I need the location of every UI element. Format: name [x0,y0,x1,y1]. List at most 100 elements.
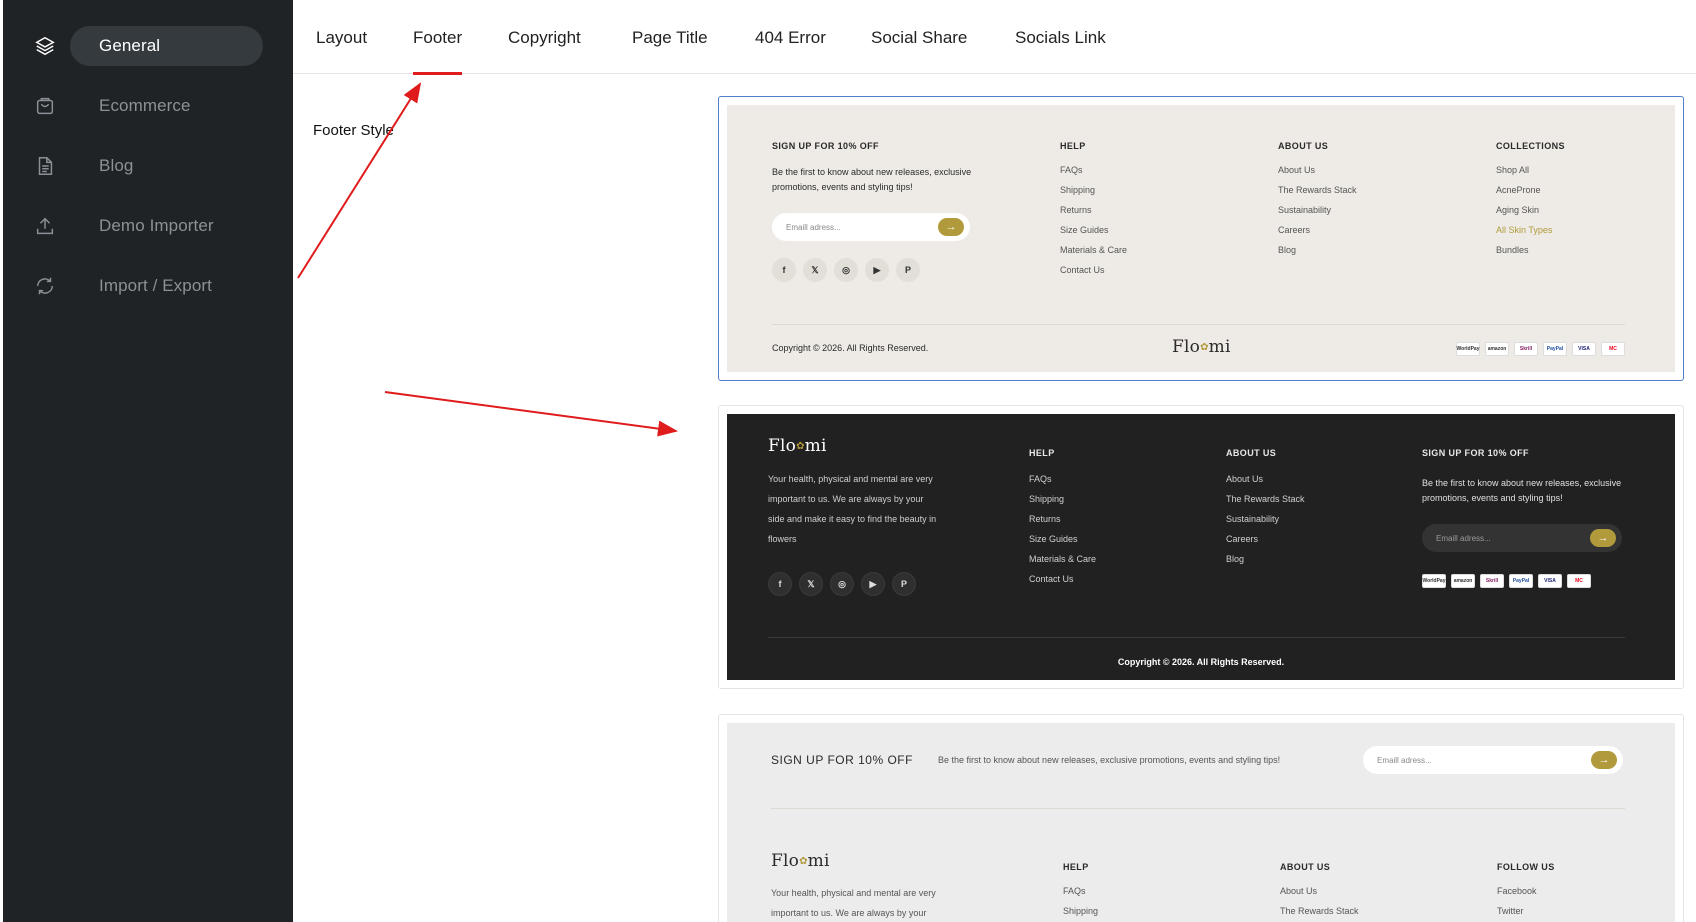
footer-style-label: Footer Style [313,122,394,139]
upload-icon [33,214,57,238]
logo-text: Flo [1172,337,1201,357]
about-text: Your health, physical and mental are ver… [768,474,937,544]
visa-icon: VISA [1538,574,1562,588]
instagram-icon[interactable]: ◎ [834,258,858,282]
footer-link[interactable]: The Rewards Stack [1280,901,1359,921]
signup-title: SIGN UP FOR 10% OFF [1422,448,1529,458]
submit-arrow-button[interactable]: → [1590,529,1616,547]
footer-link-highlighted[interactable]: All Skin Types [1496,220,1552,240]
footer-link[interactable]: Sustainability [1278,200,1357,220]
help-links: FAQs Shipping Returns Size Guides Materi… [1029,469,1096,589]
footer-link[interactable]: Materials & Care [1060,240,1127,260]
social-icons: f 𝕏 ◎ ▶ P [772,258,920,282]
footer-link[interactable]: Shipping [1029,489,1096,509]
tab-copyright[interactable]: Copyright [508,1,581,74]
tab-social-share[interactable]: Social Share [871,1,967,74]
sidebar-item-ecommerce[interactable]: Ecommerce [3,86,293,126]
facebook-icon[interactable]: f [768,572,792,596]
flower-icon: ✿ [796,441,805,452]
help-links: FAQs Shipping [1063,881,1098,921]
footer-link[interactable]: Returns [1029,509,1096,529]
sidebar-item-general[interactable]: General [3,26,293,66]
footer-link[interactable]: About Us [1280,881,1359,901]
settings-tabs: Layout Footer Copyright Page Title 404 E… [293,1,1696,75]
footer-link[interactable]: Careers [1278,220,1357,240]
copyright-text: Copyright © 2026. All Rights Reserved. [772,343,929,353]
footer-link[interactable]: Blog [1278,240,1357,260]
about-title: ABOUT US [1280,862,1331,872]
sidebar-item-demo-importer[interactable]: Demo Importer [3,206,293,246]
skrill-icon: Skrill [1480,574,1504,588]
signup-title: SIGN UP FOR 10% OFF [771,753,913,767]
footer-link[interactable]: About Us [1226,469,1305,489]
sidebar-item-blog[interactable]: Blog [3,146,293,186]
footer-style-option-1[interactable]: SIGN UP FOR 10% OFF Be the first to know… [718,96,1684,381]
brand-logo: Flo✿mi [771,851,830,871]
layers-icon [33,34,57,58]
copyright-text: Copyright © 2026. All Rights Reserved. [1117,657,1285,667]
follow-links: Facebook Twitter [1497,881,1537,921]
footer-link[interactable]: Materials & Care [1029,549,1096,569]
footer-style-option-3[interactable]: SIGN UP FOR 10% OFF Be the first to know… [718,714,1684,922]
email-placeholder: Emaill adress... [1377,755,1432,765]
footer-link[interactable]: Sustainability [1226,509,1305,529]
bag-icon [33,94,57,118]
tab-404-error[interactable]: 404 Error [755,1,826,74]
footer-link[interactable]: Contact Us [1060,260,1127,280]
sidebar-item-label: General [99,36,161,55]
footer-link[interactable]: Shop All [1496,160,1552,180]
email-placeholder: Emaill adress... [786,222,841,232]
email-input[interactable]: Emaill adress... → [1422,524,1622,552]
tab-socials-link[interactable]: Socials Link [1015,1,1106,74]
footer-link[interactable]: The Rewards Stack [1278,180,1357,200]
about-links: About Us The Rewards Stack Sustainabilit… [1226,469,1305,569]
pinterest-icon[interactable]: P [892,572,916,596]
brand-logo: Flo✿mi [768,436,827,456]
footer-link[interactable]: Bundles [1496,240,1552,260]
footer-link[interactable]: About Us [1278,160,1357,180]
email-input[interactable]: Emaill adress... → [772,213,970,241]
instagram-icon[interactable]: ◎ [830,572,854,596]
sidebar: General Ecommerce Blog Demo Importer Imp… [3,0,293,922]
footer-link[interactable]: Size Guides [1029,529,1096,549]
footer-link[interactable]: Twitter [1497,901,1537,921]
footer-link[interactable]: FAQs [1060,160,1127,180]
tab-layout[interactable]: Layout [316,1,367,74]
pinterest-icon[interactable]: P [896,258,920,282]
facebook-icon[interactable]: f [772,258,796,282]
youtube-icon[interactable]: ▶ [865,258,889,282]
about-title: ABOUT US [1226,448,1277,458]
footer-link[interactable]: Blog [1226,549,1305,569]
about-links: About Us The Rewards Stack [1280,881,1359,921]
logo-text: mi [807,851,830,871]
youtube-icon[interactable]: ▶ [861,572,885,596]
submit-arrow-button[interactable]: → [1591,751,1617,769]
sidebar-item-label: Ecommerce [99,96,191,115]
footer-link[interactable]: Size Guides [1060,220,1127,240]
footer-preview-3: SIGN UP FOR 10% OFF Be the first to know… [727,723,1675,922]
footer-link[interactable]: Aging Skin [1496,200,1552,220]
footer-link[interactable]: Returns [1060,200,1127,220]
worldpay-icon: WorldPay [1422,574,1446,588]
footer-link[interactable]: The Rewards Stack [1226,489,1305,509]
footer-link[interactable]: AcneProne [1496,180,1552,200]
sidebar-item-import-export[interactable]: Import / Export [3,266,293,306]
footer-link[interactable]: FAQs [1063,881,1098,901]
tab-footer[interactable]: Footer [413,1,463,75]
worldpay-icon: WorldPay [1456,342,1480,356]
tab-page-title[interactable]: Page Title [632,1,708,74]
footer-link[interactable]: Careers [1226,529,1305,549]
footer-link[interactable]: Shipping [1060,180,1127,200]
paypal-icon: PayPal [1543,342,1567,356]
submit-arrow-button[interactable]: → [938,218,964,236]
x-icon[interactable]: 𝕏 [799,572,823,596]
collections-title: COLLECTIONS [1496,141,1565,151]
help-title: HELP [1060,141,1086,151]
footer-link[interactable]: Shipping [1063,901,1098,921]
footer-link[interactable]: Contact Us [1029,569,1096,589]
footer-style-option-2[interactable]: Flo✿mi Your health, physical and mental … [718,405,1684,689]
footer-link[interactable]: Facebook [1497,881,1537,901]
email-input[interactable]: Emaill adress... → [1363,746,1623,774]
x-icon[interactable]: 𝕏 [803,258,827,282]
footer-link[interactable]: FAQs [1029,469,1096,489]
